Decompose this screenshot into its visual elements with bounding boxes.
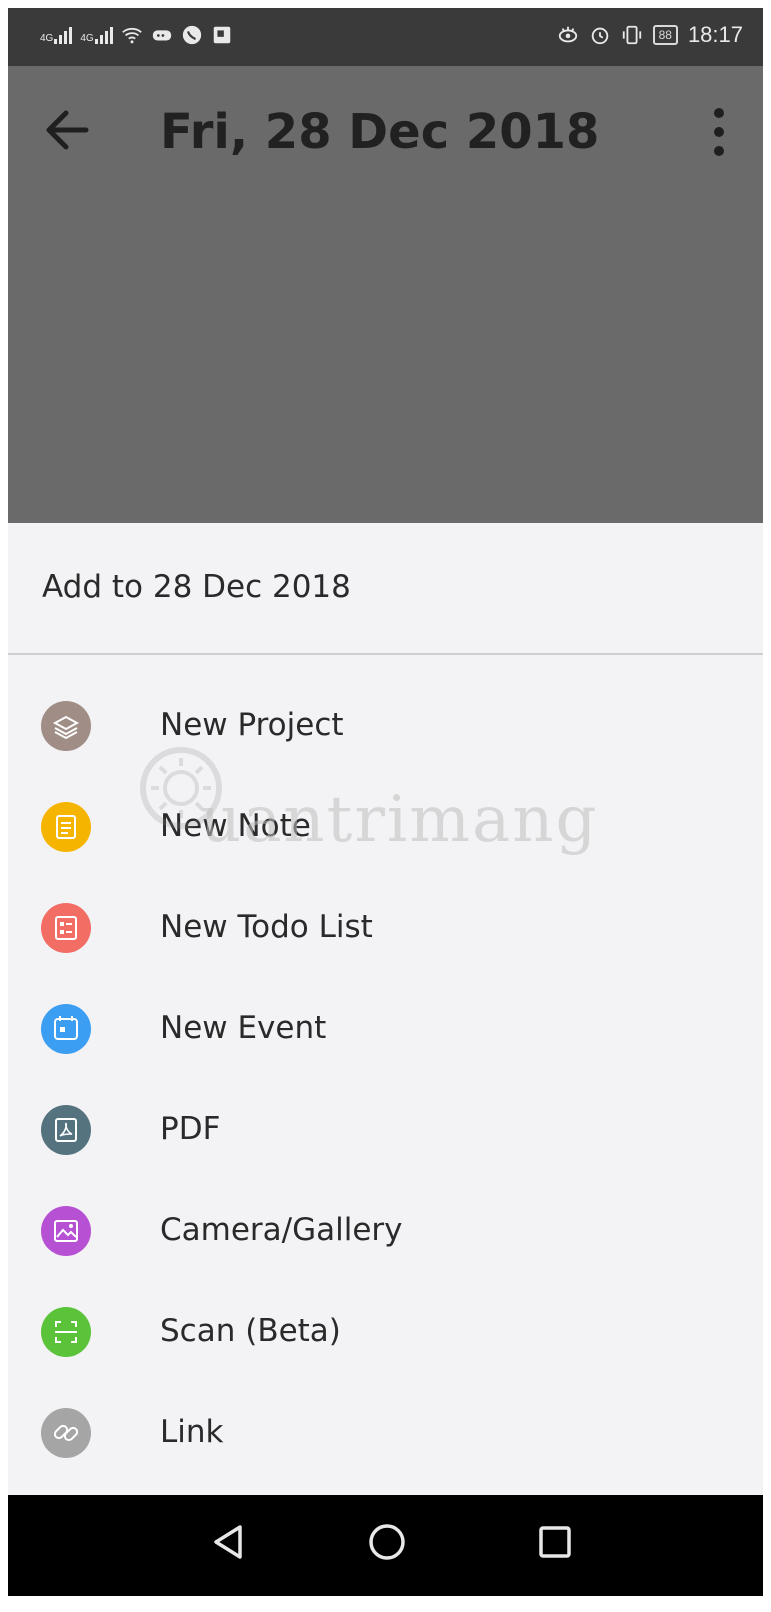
- back-triangle-icon[interactable]: [204, 1517, 254, 1567]
- status-left-icons: 4G 4G: [40, 24, 233, 46]
- option-new-todo-list[interactable]: New Todo List: [8, 877, 763, 978]
- whatsapp-icon: [182, 25, 201, 45]
- arrow-left-icon[interactable]: [40, 104, 92, 156]
- page-title: Fri, 28 Dec 2018: [160, 104, 600, 160]
- option-label: PDF: [160, 1111, 221, 1147]
- note-icon: [41, 802, 91, 852]
- status-bar: 4G 4G 88 18:17: [8, 8, 763, 66]
- messenger-icon: [152, 30, 171, 41]
- eye-icon: [558, 26, 577, 43]
- option-new-event[interactable]: New Event: [8, 978, 763, 1079]
- option-label: New Todo List: [160, 909, 373, 945]
- sheet-title: Add to 28 Dec 2018: [42, 569, 351, 605]
- option-label: New Event: [160, 1010, 327, 1046]
- option-pdf[interactable]: PDF: [8, 1079, 763, 1180]
- battery-icon: 88: [652, 25, 678, 45]
- home-circle-icon[interactable]: [362, 1517, 412, 1567]
- signal-icon: 4G: [40, 26, 73, 44]
- add-bottom-sheet: Add to 28 Dec 2018 New Project New Note …: [8, 523, 763, 1495]
- option-camera-gallery[interactable]: Camera/Gallery: [8, 1180, 763, 1281]
- watermark-text: uantrimang: [200, 783, 599, 857]
- option-new-project[interactable]: New Project: [8, 675, 763, 776]
- option-scan-beta[interactable]: Scan (Beta): [8, 1281, 763, 1382]
- wifi-icon: [121, 27, 142, 44]
- navigation-bar: [8, 1495, 763, 1596]
- status-right-icons: 88 18:17: [557, 22, 743, 48]
- vibrate-icon: [622, 25, 641, 45]
- alarm-icon: [591, 27, 608, 45]
- image-icon: [41, 1206, 91, 1256]
- more-vertical-icon[interactable]: [701, 103, 737, 163]
- scan-icon: [41, 1307, 91, 1357]
- status-time: 18:17: [687, 22, 743, 47]
- link-icon: [41, 1408, 91, 1458]
- recents-square-icon[interactable]: [530, 1517, 580, 1567]
- pdf-icon: [41, 1105, 91, 1155]
- option-label: Camera/Gallery: [160, 1212, 403, 1248]
- gallery-icon: [213, 26, 230, 44]
- option-label: Link: [160, 1414, 224, 1450]
- calendar-icon: [41, 1004, 91, 1054]
- option-label: New Project: [160, 707, 344, 743]
- checklist-icon: [41, 903, 91, 953]
- layers-icon: [41, 701, 91, 751]
- option-link[interactable]: Link: [8, 1382, 763, 1483]
- option-label: Scan (Beta): [160, 1313, 341, 1349]
- app-screen: 4G 4G 88 18:17 Fri, 28 Dec 2018 Add to 2…: [8, 8, 763, 1596]
- signal-icon: 4G: [80, 26, 113, 44]
- sheet-header: Add to 28 Dec 2018: [8, 523, 763, 655]
